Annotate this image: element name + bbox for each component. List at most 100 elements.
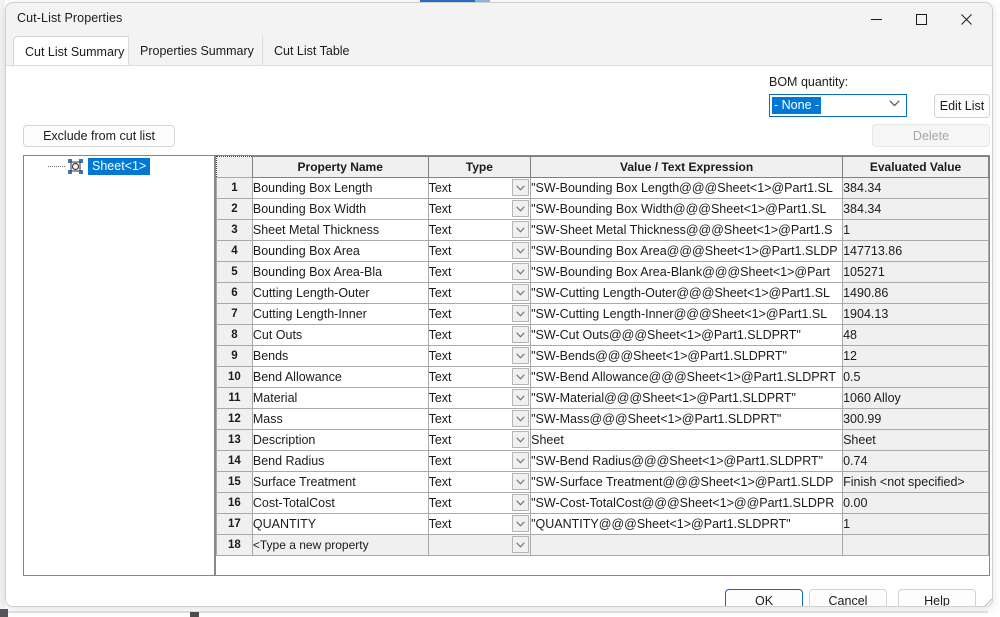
- value-expression-cell[interactable]: "SW-Material@@@Sheet<1>@Part1.SLDPRT": [530, 387, 844, 409]
- type-cell[interactable]: Text: [427, 408, 532, 430]
- evaluated-value-cell[interactable]: 1: [842, 513, 989, 535]
- value-expression-cell[interactable]: "SW-Mass@@@Sheet<1>@Part1.SLDPRT": [530, 408, 844, 430]
- tab-properties-summary[interactable]: Properties Summary: [128, 36, 265, 66]
- type-cell[interactable]: Text: [427, 219, 532, 241]
- property-name-cell[interactable]: Material: [251, 387, 429, 409]
- table-row[interactable]: 15 Surface Treatment Text "SW-Surface Treat…: [216, 471, 989, 493]
- evaluated-value-cell[interactable]: 300.99: [842, 408, 989, 430]
- type-dropdown-button[interactable]: [512, 200, 530, 217]
- type-cell[interactable]: Text: [427, 429, 532, 451]
- evaluated-value-cell[interactable]: Finish <not specified>: [842, 471, 989, 493]
- table-row[interactable]: 6 Cutting Length-Outer Text "SW-Cutting Len…: [216, 282, 989, 304]
- maximize-button[interactable]: [899, 3, 944, 36]
- tab-cut-list-summary[interactable]: Cut List Summary: [13, 36, 137, 66]
- row-number-cell[interactable]: 4: [216, 240, 253, 262]
- table-row[interactable]: 14 Bend Radius Text "SW-Bend Radius@@@Sheet…: [216, 450, 989, 472]
- evaluated-value-cell[interactable]: 0.00: [842, 492, 989, 514]
- value-expression-cell[interactable]: "SW-Bounding Box Area@@@Sheet<1>@Part1.S…: [530, 240, 844, 262]
- property-name-cell[interactable]: Bounding Box Length: [251, 177, 429, 199]
- value-expression-cell[interactable]: "SW-Cutting Length-Inner@@@Sheet<1>@Part…: [530, 303, 844, 325]
- type-dropdown-button[interactable]: [512, 389, 530, 406]
- type-cell[interactable]: Text: [427, 303, 532, 325]
- tab-cut-list-table[interactable]: Cut List Table: [262, 36, 361, 66]
- type-cell[interactable]: Text: [427, 471, 532, 493]
- evaluated-value-cell[interactable]: [842, 534, 989, 556]
- row-number-cell[interactable]: 5: [216, 261, 253, 283]
- table-row[interactable]: 11 Material Text "SW-Material@@@Sheet<1>@Pa…: [216, 387, 989, 409]
- type-cell[interactable]: Text: [427, 177, 532, 199]
- edit-list-button[interactable]: Edit List: [934, 94, 990, 118]
- minimize-button[interactable]: [854, 3, 899, 36]
- row-number-cell[interactable]: 1: [216, 177, 253, 199]
- type-dropdown-button[interactable]: [512, 326, 530, 343]
- property-name-cell[interactable]: Bend Radius: [251, 450, 429, 472]
- property-name-cell[interactable]: <Type a new property: [251, 534, 429, 556]
- resize-grip-icon[interactable]: [982, 598, 993, 607]
- type-cell[interactable]: [427, 534, 532, 556]
- row-number-cell[interactable]: 6: [216, 282, 253, 304]
- property-name-cell[interactable]: Sheet Metal Thickness: [251, 219, 429, 241]
- type-cell[interactable]: Text: [427, 240, 532, 262]
- type-dropdown-button[interactable]: [512, 452, 530, 469]
- value-expression-cell[interactable]: "SW-Bounding Box Length@@@Sheet<1>@Part1…: [530, 177, 844, 199]
- property-name-cell[interactable]: Mass: [251, 408, 429, 430]
- type-cell[interactable]: Text: [427, 492, 532, 514]
- table-row[interactable]: 10 Bend Allowance Text "SW-Bend Allowance@@…: [216, 366, 989, 388]
- value-expression-cell[interactable]: "SW-Bends@@@Sheet<1>@Part1.SLDPRT": [530, 345, 844, 367]
- table-row[interactable]: 18 <Type a new property: [216, 534, 989, 556]
- row-number-cell[interactable]: 14: [216, 450, 253, 472]
- table-row[interactable]: 7 Cutting Length-Inner Text "SW-Cutting Len…: [216, 303, 989, 325]
- column-header-property-name[interactable]: Property Name: [251, 156, 429, 178]
- value-expression-cell[interactable]: "SW-Bounding Box Area-Blank@@@Sheet<1>@P…: [530, 261, 844, 283]
- bom-quantity-select[interactable]: - None -: [769, 94, 907, 117]
- type-cell[interactable]: Text: [427, 450, 532, 472]
- value-expression-cell[interactable]: "SW-Bounding Box Width@@@Sheet<1>@Part1.…: [530, 198, 844, 220]
- type-cell[interactable]: Text: [427, 513, 532, 535]
- row-number-cell[interactable]: 13: [216, 429, 253, 451]
- evaluated-value-cell[interactable]: 384.34: [842, 198, 989, 220]
- exclude-from-cut-list-button[interactable]: Exclude from cut list: [23, 125, 175, 147]
- property-name-cell[interactable]: Cut Outs: [251, 324, 429, 346]
- type-dropdown-button[interactable]: [512, 515, 530, 532]
- value-expression-cell[interactable]: [530, 534, 844, 556]
- row-number-cell[interactable]: 15: [216, 471, 253, 493]
- property-name-cell[interactable]: Bounding Box Area-Bla: [251, 261, 429, 283]
- value-expression-cell[interactable]: "SW-Surface Treatment@@@Sheet<1>@Part1.S…: [530, 471, 844, 493]
- property-name-cell[interactable]: Bounding Box Width: [251, 198, 429, 220]
- value-expression-cell[interactable]: Sheet: [530, 429, 844, 451]
- column-header-value[interactable]: Value / Text Expression: [530, 156, 844, 178]
- value-expression-cell[interactable]: "SW-Sheet Metal Thickness@@@Sheet<1>@Par…: [530, 219, 844, 241]
- type-dropdown-button[interactable]: [512, 368, 530, 385]
- row-number-cell[interactable]: 16: [216, 492, 253, 514]
- evaluated-value-cell[interactable]: 1490.86: [842, 282, 989, 304]
- table-row[interactable]: 5 Bounding Box Area-Bla Text "SW-Bounding B…: [216, 261, 989, 283]
- evaluated-value-cell[interactable]: 48: [842, 324, 989, 346]
- type-cell[interactable]: Text: [427, 282, 532, 304]
- table-row[interactable]: 2 Bounding Box Width Text "SW-Bounding Box …: [216, 198, 989, 220]
- evaluated-value-cell[interactable]: 1060 Alloy: [842, 387, 989, 409]
- value-expression-cell[interactable]: "SW-Cut Outs@@@Sheet<1>@Part1.SLDPRT": [530, 324, 844, 346]
- evaluated-value-cell[interactable]: 0.5: [842, 366, 989, 388]
- property-name-cell[interactable]: Bounding Box Area: [251, 240, 429, 262]
- row-number-cell[interactable]: 11: [216, 387, 253, 409]
- value-expression-cell[interactable]: "SW-Cost-TotalCost@@@Sheet<1>@@Part1.SLD…: [530, 492, 844, 514]
- type-cell[interactable]: Text: [427, 198, 532, 220]
- type-dropdown-button[interactable]: [512, 221, 530, 238]
- type-dropdown-button[interactable]: [512, 410, 530, 427]
- grid-corner-header[interactable]: [216, 156, 253, 178]
- type-dropdown-button[interactable]: [512, 494, 530, 511]
- help-button[interactable]: Help: [898, 589, 976, 606]
- row-number-cell[interactable]: 17: [216, 513, 253, 535]
- row-number-cell[interactable]: 8: [216, 324, 253, 346]
- type-cell[interactable]: Text: [427, 387, 532, 409]
- property-name-cell[interactable]: QUANTITY: [251, 513, 429, 535]
- property-name-cell[interactable]: Cutting Length-Outer: [251, 282, 429, 304]
- row-number-cell[interactable]: 18: [216, 534, 253, 556]
- row-number-cell[interactable]: 9: [216, 345, 253, 367]
- table-row[interactable]: 17 QUANTITY Text "QUANTITY@@@Sheet<1>@Part1…: [216, 513, 989, 535]
- type-cell[interactable]: Text: [427, 366, 532, 388]
- type-cell[interactable]: Text: [427, 261, 532, 283]
- evaluated-value-cell[interactable]: 0.74: [842, 450, 989, 472]
- row-number-cell[interactable]: 3: [216, 219, 253, 241]
- evaluated-value-cell[interactable]: 105271: [842, 261, 989, 283]
